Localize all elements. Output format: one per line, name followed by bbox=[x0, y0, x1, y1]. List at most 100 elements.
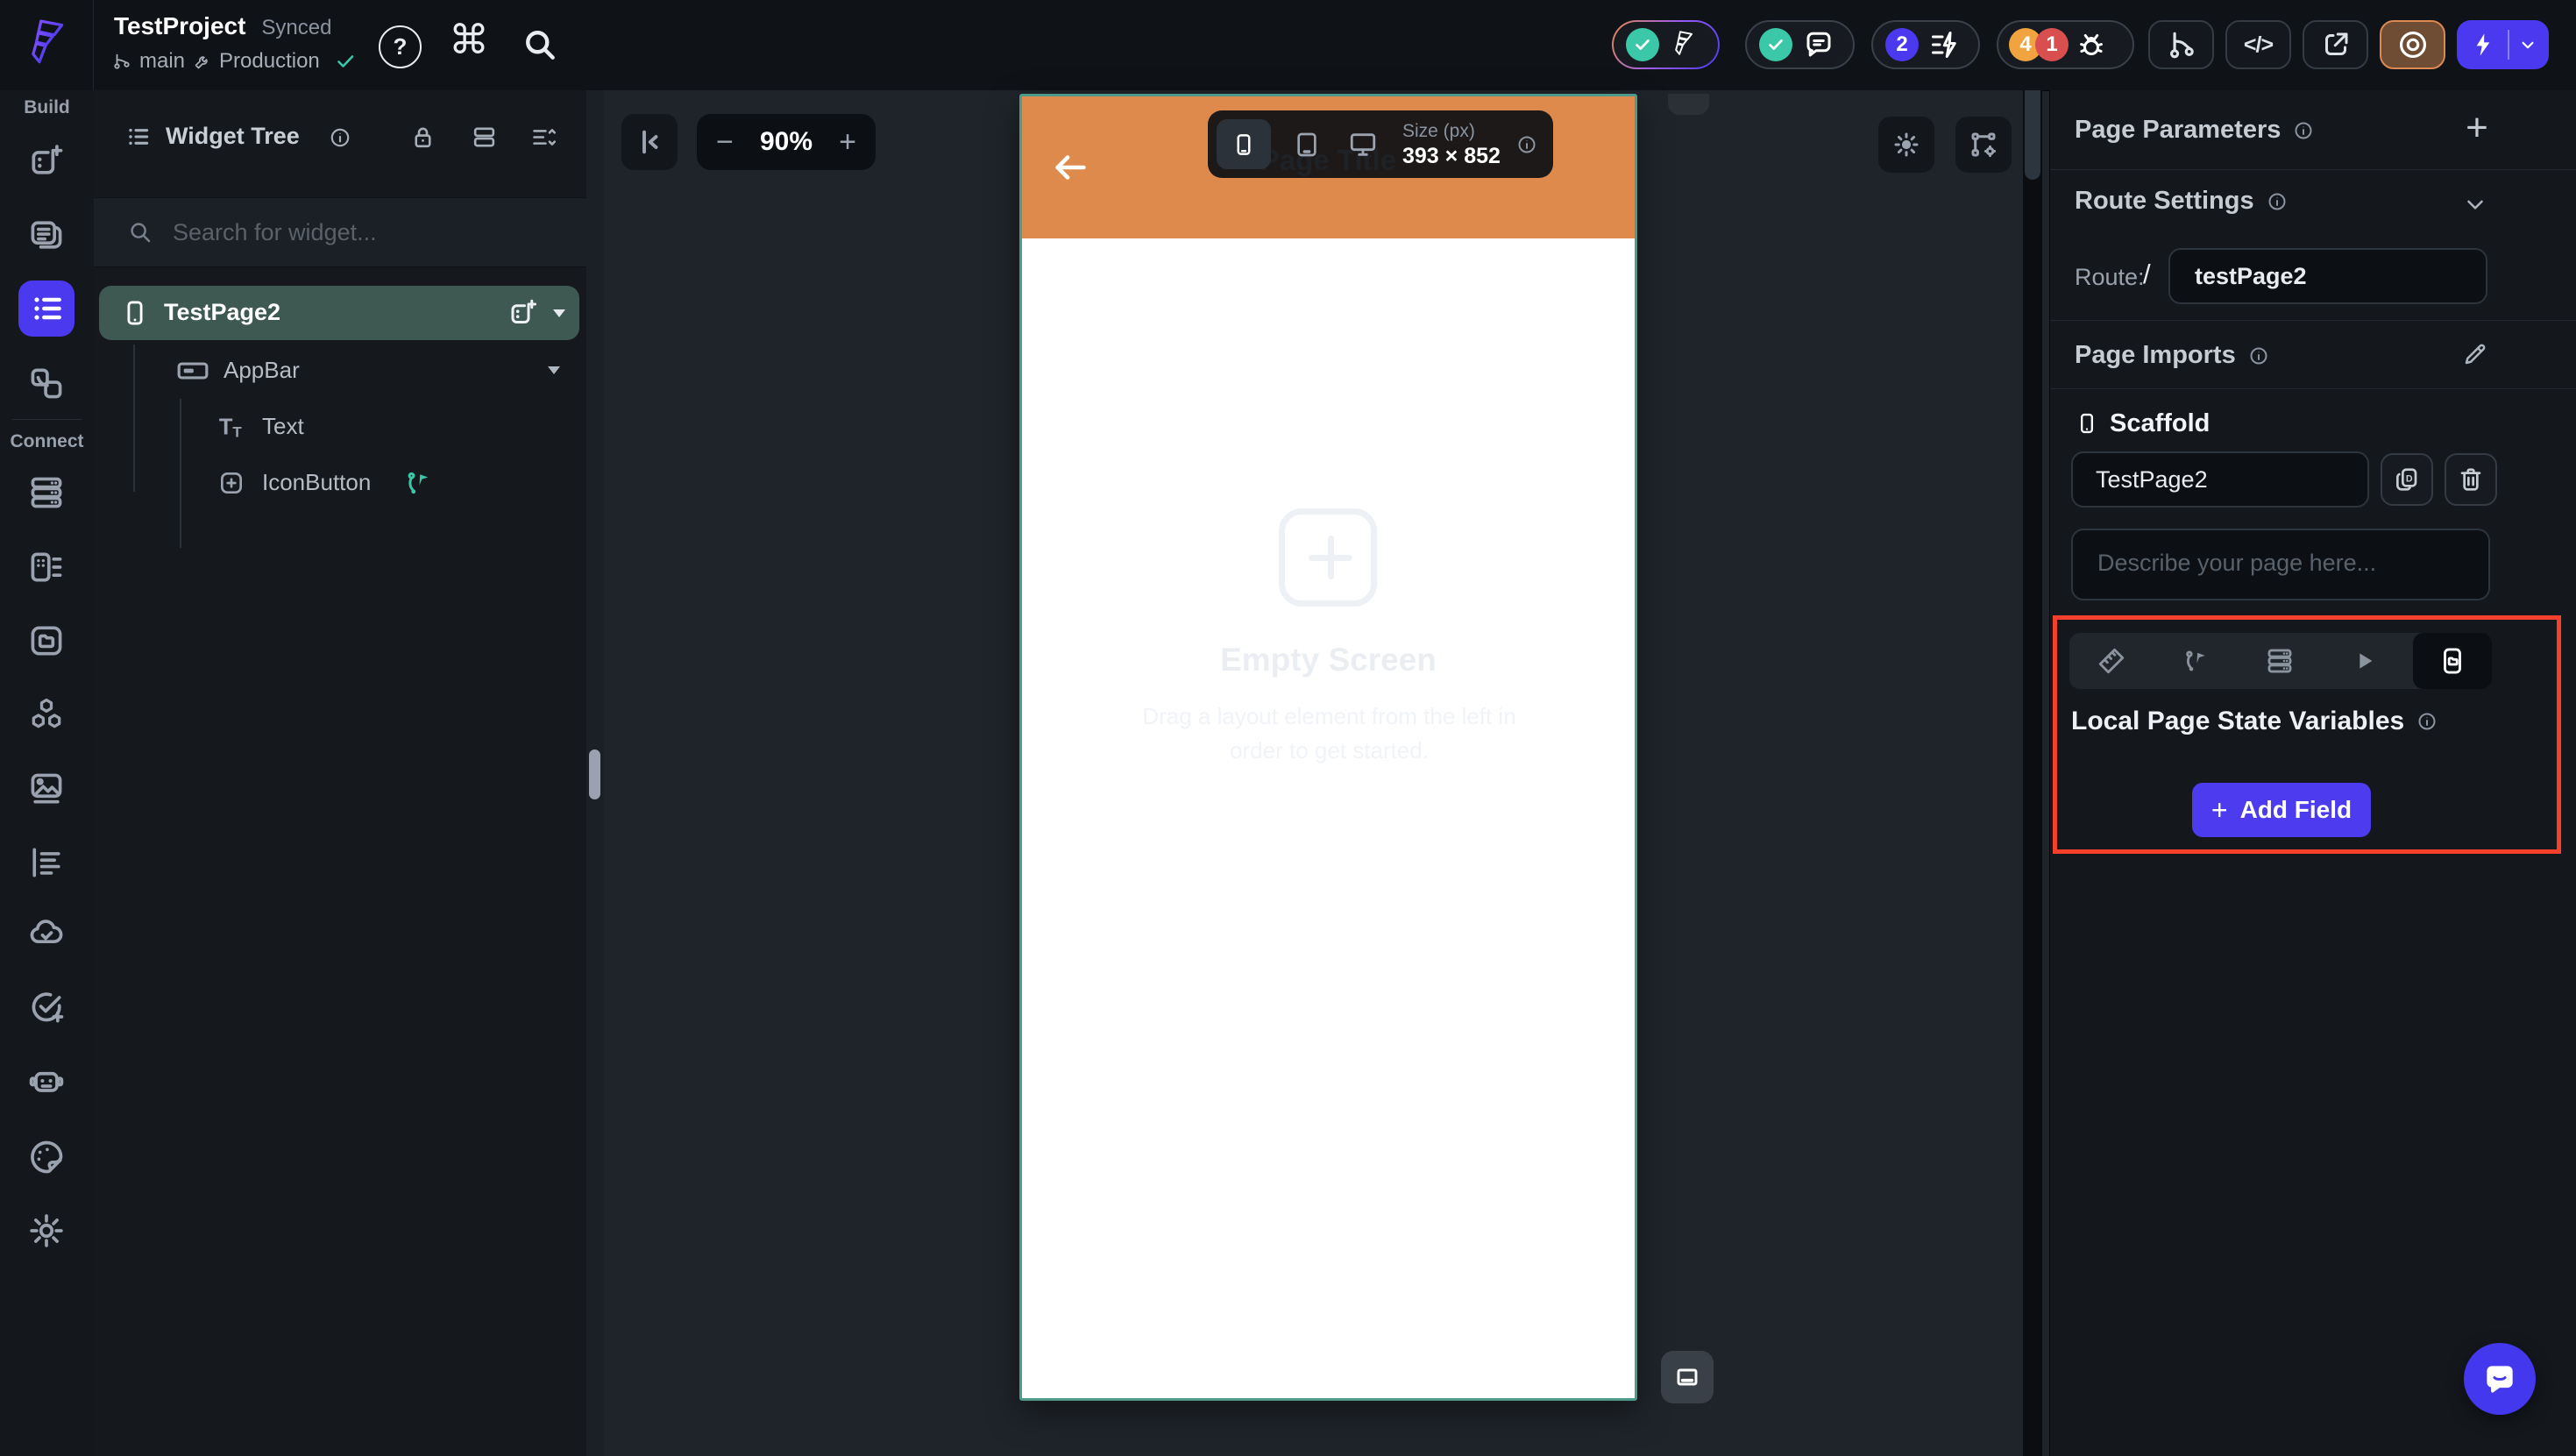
test-check-icon bbox=[32, 992, 64, 1023]
sidebar-item-cloud-functions[interactable] bbox=[18, 906, 75, 962]
chevron-down-icon bbox=[2522, 41, 2533, 49]
sidebar-item-pages[interactable] bbox=[18, 207, 75, 263]
tab-properties[interactable] bbox=[2069, 633, 2154, 689]
sidebar-item-settings[interactable] bbox=[18, 1203, 75, 1259]
canvas-settings-button[interactable] bbox=[1955, 117, 2012, 173]
sidebar-item-widget-tree[interactable] bbox=[18, 281, 75, 337]
ai-review-status-pill[interactable] bbox=[1612, 20, 1720, 69]
branch-environment-row[interactable]: main Production bbox=[112, 49, 356, 74]
tab-page-state[interactable] bbox=[2413, 633, 2492, 689]
tree-node-testpage2[interactable]: TestPage2 bbox=[99, 286, 579, 340]
duplicate-page-button[interactable]: D bbox=[2381, 453, 2433, 506]
light-mode-toggle[interactable] bbox=[1878, 117, 1934, 173]
palette-brush-icon bbox=[31, 1140, 63, 1174]
tree-node-iconbutton[interactable]: IconButton bbox=[94, 456, 586, 508]
widget-search-input[interactable] bbox=[171, 214, 543, 251]
help-button[interactable]: ? bbox=[379, 25, 422, 68]
git-branch-icon bbox=[2169, 32, 2194, 59]
collapse-chevron-icon[interactable] bbox=[2462, 191, 2488, 217]
command-menu-button[interactable]: ⌘ bbox=[449, 16, 489, 63]
zoom-level[interactable]: 90% bbox=[760, 127, 813, 157]
tab-backend-query[interactable] bbox=[2238, 633, 2322, 689]
sidebar-item-theme[interactable] bbox=[18, 1129, 75, 1185]
widget-search-bar[interactable] bbox=[94, 197, 586, 267]
sidebar-item-content[interactable] bbox=[18, 835, 75, 891]
zoom-in-button[interactable]: + bbox=[839, 125, 856, 160]
tree-panel-icon bbox=[124, 123, 152, 151]
info-icon bbox=[2250, 347, 2267, 364]
zoom-out-button[interactable]: − bbox=[716, 125, 734, 160]
tab-animations[interactable] bbox=[2322, 633, 2406, 689]
flutterflow-logo-icon[interactable] bbox=[21, 18, 74, 72]
open-external-button[interactable] bbox=[2303, 20, 2368, 69]
tree-scrollbar-thumb[interactable] bbox=[589, 749, 600, 799]
collapse-caret-icon[interactable] bbox=[553, 309, 565, 317]
play-icon bbox=[2360, 653, 2373, 669]
preview-button[interactable] bbox=[2380, 20, 2445, 69]
tree-node-text[interactable]: T T Text bbox=[94, 400, 586, 452]
route-settings-title: Route Settings bbox=[2075, 187, 2254, 215]
comments-status-pill[interactable] bbox=[1745, 20, 1855, 69]
device-desktop-tab[interactable] bbox=[1336, 119, 1390, 169]
sidebar-item-ai-agent[interactable] bbox=[18, 1053, 75, 1109]
sidebar-item-components[interactable] bbox=[18, 355, 75, 411]
canvas-scrollbar-thumb[interactable] bbox=[2025, 90, 2040, 180]
info-icon bbox=[2268, 193, 2286, 210]
info-icon bbox=[2418, 713, 2436, 730]
tab-actions[interactable] bbox=[2154, 633, 2238, 689]
sidebar-item-files[interactable] bbox=[18, 613, 75, 669]
pages-icon bbox=[31, 221, 62, 249]
add-page-parameter-button[interactable]: + bbox=[2455, 106, 2499, 150]
page-imports-header[interactable]: Page Imports bbox=[2075, 341, 2269, 370]
data-types-icon bbox=[31, 552, 62, 582]
keyboard-toggle-button[interactable] bbox=[1661, 1351, 1714, 1403]
sidebar-item-tests[interactable] bbox=[18, 979, 75, 1035]
branch-button[interactable] bbox=[2148, 20, 2214, 69]
text-widget-icon: T T bbox=[219, 415, 243, 441]
command-icon: ⌘ bbox=[449, 17, 489, 62]
edit-imports-pencil-icon[interactable] bbox=[2462, 341, 2488, 367]
section-divider bbox=[2050, 320, 2576, 321]
sidebar-item-data-types[interactable] bbox=[18, 539, 75, 595]
delete-page-button[interactable] bbox=[2445, 453, 2497, 506]
page-parameters-header[interactable]: Page Parameters bbox=[2075, 116, 2314, 145]
device-phone-tab[interactable] bbox=[1217, 119, 1271, 169]
route-input[interactable] bbox=[2168, 248, 2487, 304]
search-button[interactable] bbox=[521, 25, 559, 64]
trash-icon bbox=[2460, 468, 2481, 491]
collapse-panel-button[interactable] bbox=[621, 114, 678, 170]
support-chat-button[interactable] bbox=[2464, 1343, 2536, 1415]
gear-icon bbox=[30, 1214, 63, 1247]
sidebar-item-integrations[interactable] bbox=[18, 686, 75, 742]
run-button[interactable] bbox=[2457, 20, 2549, 69]
tree-sort-button[interactable] bbox=[530, 124, 557, 151]
canvas-scrollbar-track[interactable] bbox=[2023, 90, 2042, 1456]
topbar-divider bbox=[93, 0, 94, 90]
device-tablet-tab[interactable] bbox=[1280, 119, 1334, 169]
page-name-input[interactable] bbox=[2071, 451, 2369, 508]
add-child-widget-icon[interactable] bbox=[507, 297, 539, 329]
size-value: 393 × 852 bbox=[1402, 144, 1501, 168]
issues-pill[interactable]: 4 1 bbox=[1997, 20, 2134, 69]
collapse-caret-icon[interactable] bbox=[548, 366, 560, 374]
svg-text:D: D bbox=[2406, 474, 2413, 485]
sidebar-item-database[interactable] bbox=[18, 465, 75, 521]
panels-toggle-button[interactable] bbox=[471, 124, 498, 151]
lock-canvas-button[interactable] bbox=[409, 124, 436, 151]
optimizations-pill[interactable]: 2 bbox=[1871, 20, 1980, 69]
count-badge: 2 bbox=[1885, 28, 1919, 61]
design-canvas[interactable]: − 90% + Page Title bbox=[586, 90, 2042, 1456]
route-settings-header[interactable]: Route Settings bbox=[2075, 187, 2288, 216]
sidebar-item-media-assets[interactable] bbox=[18, 761, 75, 817]
tree-node-appbar[interactable]: AppBar bbox=[94, 344, 586, 396]
page-description-input[interactable] bbox=[2071, 529, 2490, 600]
phone-preview[interactable]: Page Title Empty Screen Drag a layout el… bbox=[1019, 94, 1637, 1401]
local-state-title: Local Page State Variables bbox=[2071, 707, 2405, 735]
list-lightning-icon bbox=[1932, 32, 1956, 58]
scaffold-title: Scaffold bbox=[2110, 409, 2211, 437]
sidebar-item-add-widget[interactable] bbox=[18, 133, 75, 189]
add-widget-icon bbox=[32, 145, 63, 174]
top-bar: TestProject Synced main Production ? ⌘ 2… bbox=[0, 0, 2576, 91]
code-view-button[interactable]: </> bbox=[2225, 20, 2291, 69]
add-field-button[interactable]: + Add Field bbox=[2192, 783, 2371, 837]
